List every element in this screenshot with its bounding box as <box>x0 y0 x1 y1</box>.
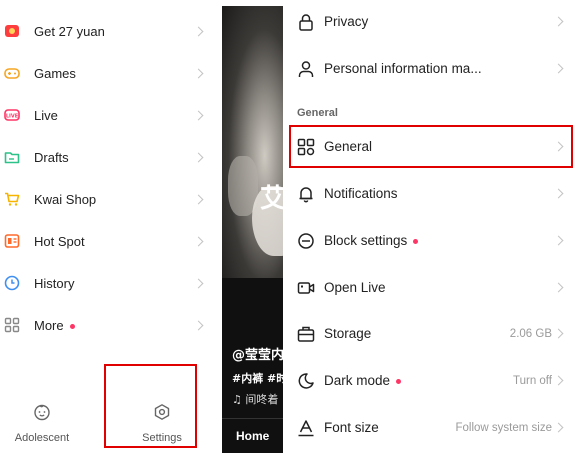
chevron-right-icon <box>193 194 204 204</box>
menu-item-games[interactable]: Games <box>0 52 222 94</box>
video-preview[interactable]: 艾 @莹莹内 #内裤 #时 ♫ 间咚着 Home <box>222 0 283 453</box>
drafts-folder-icon <box>4 149 20 165</box>
settings-item-storage[interactable]: Storage 2.06 GB <box>283 311 578 357</box>
chevron-right-icon <box>193 110 204 120</box>
chevron-right-icon <box>553 282 564 293</box>
lock-icon <box>297 13 315 31</box>
settings-panel: Privacy Personal information ma... Gener… <box>283 0 578 453</box>
settings-item-privacy[interactable]: Privacy <box>283 0 578 45</box>
notification-dot <box>69 323 75 329</box>
tab-home[interactable]: Home <box>236 429 269 443</box>
chevron-right-icon <box>193 320 204 330</box>
grid-icon <box>4 317 20 333</box>
font-size-value: Follow system size <box>455 422 553 434</box>
menu-item-hot-spot[interactable]: Hot Spot <box>0 220 222 262</box>
dark-mode-value: Turn off <box>513 375 552 387</box>
video-music[interactable]: ♫ 间咚着 <box>232 391 278 407</box>
font-size-icon <box>297 419 315 437</box>
settings-item-label: Storage <box>324 326 372 341</box>
menu-item-history[interactable]: History <box>0 262 222 304</box>
divider <box>222 418 283 419</box>
person-icon <box>297 60 315 78</box>
chevron-right-icon <box>553 188 564 199</box>
side-drawer: Get 27 yuan Games LIVE Live Drafts Kwai … <box>0 0 222 453</box>
storage-value: 2.06 GB <box>509 328 552 340</box>
settings-item-label: Block settings <box>324 233 419 248</box>
settings-item-label: Privacy <box>324 14 369 29</box>
general-highlight-box <box>289 125 573 168</box>
chevron-right-icon <box>193 68 204 78</box>
clock-icon <box>4 275 20 291</box>
notification-dot <box>413 238 419 244</box>
block-icon <box>297 232 315 250</box>
menu-item-live[interactable]: LIVE Live <box>0 94 222 136</box>
shopping-cart-icon <box>4 191 20 207</box>
video-overlay-text: 艾 <box>260 184 283 214</box>
red-envelope-icon <box>4 23 20 39</box>
chevron-right-icon <box>553 328 564 339</box>
menu-item-get-yuan[interactable]: Get 27 yuan <box>0 10 222 52</box>
menu-item-kwai-shop[interactable]: Kwai Shop <box>0 178 222 220</box>
menu-item-text: More <box>34 317 64 333</box>
chevron-right-icon <box>553 16 564 27</box>
menu-item-drafts[interactable]: Drafts <box>0 136 222 178</box>
storage-icon <box>297 325 315 343</box>
menu-item-label: Kwai Shop <box>34 191 97 207</box>
chevron-right-icon <box>553 422 564 433</box>
baby-face-icon <box>33 403 51 426</box>
settings-item-personal-info[interactable]: Personal information ma... <box>283 46 578 92</box>
settings-item-font-size[interactable]: Font size Follow system size <box>283 405 578 451</box>
menu-item-label: Get 27 yuan <box>34 23 105 39</box>
settings-item-dark-mode[interactable]: Dark mode Turn off <box>283 358 578 404</box>
open-live-icon <box>297 279 315 297</box>
menu-item-label: More <box>34 318 75 333</box>
chevron-right-icon <box>193 152 204 162</box>
chevron-right-icon <box>193 26 204 36</box>
hot-spot-icon <box>4 233 20 249</box>
menu-item-more[interactable]: More <box>0 304 222 346</box>
settings-item-block-settings[interactable]: Block settings <box>283 218 578 264</box>
menu-item-label: History <box>34 275 75 291</box>
menu-item-label: Hot Spot <box>34 233 85 249</box>
live-icon: LIVE <box>4 107 20 123</box>
video-author[interactable]: @莹莹内 <box>232 344 283 363</box>
settings-item-label: Notifications <box>324 186 398 201</box>
bell-icon <box>297 185 315 203</box>
menu-item-label: Games <box>34 65 76 81</box>
menu-item-label: Live <box>34 107 58 123</box>
chevron-right-icon <box>553 235 564 246</box>
settings-item-label: Font size <box>324 420 379 435</box>
settings-highlight-box <box>104 364 197 448</box>
adolescent-label: Adolescent <box>14 432 70 444</box>
settings-item-text: Dark mode <box>324 373 391 388</box>
svg-text:LIVE: LIVE <box>6 113 19 119</box>
chevron-right-icon <box>553 63 564 74</box>
video-hashtags[interactable]: #内裤 #时 <box>232 370 283 386</box>
settings-item-label: Dark mode <box>324 373 402 388</box>
section-title-general: General <box>297 107 338 119</box>
settings-item-open-live[interactable]: Open Live <box>283 265 578 311</box>
gamepad-icon <box>4 65 20 81</box>
chevron-right-icon <box>193 278 204 288</box>
settings-item-notifications[interactable]: Notifications <box>283 171 578 217</box>
adolescent-button[interactable]: Adolescent <box>12 403 72 444</box>
settings-item-label: Personal information ma... <box>324 61 482 76</box>
notification-dot <box>396 378 402 384</box>
chevron-right-icon <box>553 375 564 386</box>
moon-icon <box>297 372 315 390</box>
video-frame <box>222 6 283 278</box>
settings-item-text: Block settings <box>324 233 408 248</box>
chevron-right-icon <box>193 236 204 246</box>
settings-item-label: Open Live <box>324 280 386 295</box>
menu-item-label: Drafts <box>34 149 69 165</box>
